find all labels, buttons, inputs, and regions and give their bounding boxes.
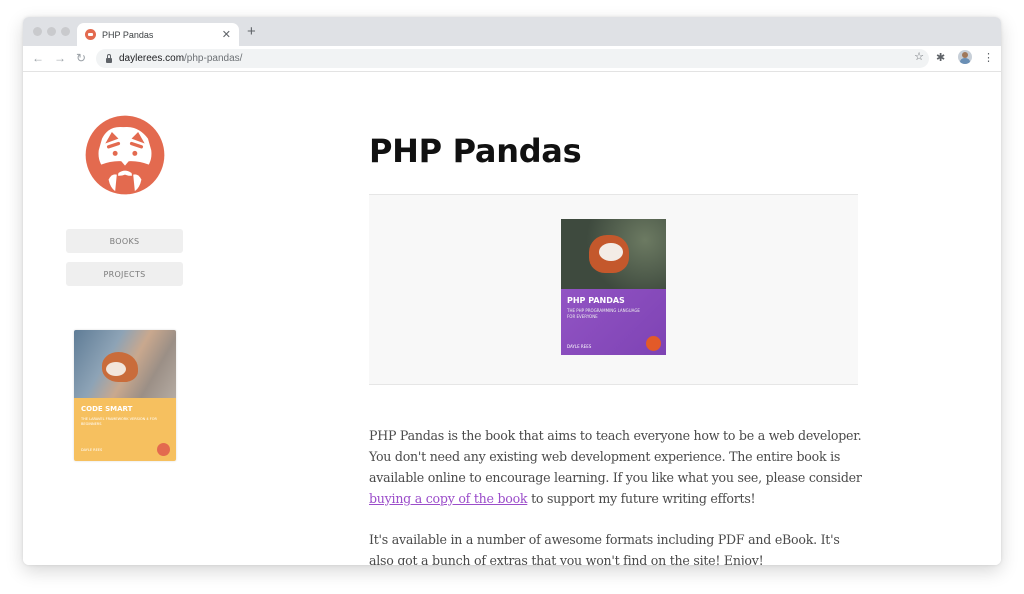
browser-toolbar: ← → ↻ daylerees.com/php-pandas/ ☆ ✱ ⋮: [23, 46, 1001, 72]
code-smart-book-cover[interactable]: CODE SMART THE LARAVEL FRAMEWORK VERSION…: [74, 330, 176, 461]
close-tab-icon[interactable]: ✕: [222, 28, 231, 41]
buy-book-link[interactable]: buying a copy of the book: [369, 491, 528, 506]
back-arrow-icon[interactable]: ←: [32, 50, 44, 66]
tab-title: PHP Pandas: [102, 29, 154, 40]
book-author: DAYLE REES: [567, 344, 592, 349]
book-subtitle: THE PHP PROGRAMMING LANGUAGE FOR EVERYON…: [567, 308, 640, 319]
address-bar[interactable]: daylerees.com/php-pandas/ ☆: [96, 49, 929, 68]
nav-projects-button[interactable]: PROJECTS: [66, 262, 183, 286]
bookmark-star-icon[interactable]: ☆: [914, 50, 924, 63]
forward-arrow-icon[interactable]: →: [54, 50, 66, 66]
book-subtitle: THE LARAVEL FRAMEWORK VERSION 4 FOR BEGI…: [81, 417, 157, 426]
browser-tab[interactable]: PHP Pandas ✕: [77, 23, 239, 46]
lock-icon: [106, 53, 112, 63]
url-domain: daylerees.com: [119, 53, 185, 64]
url-text: daylerees.com/php-pandas/: [119, 53, 242, 64]
tab-strip: PHP Pandas ✕ +: [23, 17, 1001, 46]
red-panda-logo-icon[interactable]: [84, 114, 166, 196]
formats-paragraph: It's available in a number of awesome fo…: [369, 532, 840, 565]
browser-menu-icon[interactable]: ⋮: [983, 50, 994, 66]
window-close-dot[interactable]: [33, 27, 42, 36]
intro-paragraph: PHP Pandas is the book that aims to teac…: [369, 425, 864, 509]
window-zoom-dot[interactable]: [61, 27, 70, 36]
extensions-puzzle-icon[interactable]: ✱: [936, 51, 945, 64]
red-panda-photo: [74, 330, 176, 398]
browser-window: PHP Pandas ✕ + ← → ↻ daylerees.com/php-p…: [23, 17, 1001, 565]
web-page: BOOKS PROJECTS CODE SMART THE LARAVEL FR…: [23, 72, 1001, 565]
window-minimize-dot[interactable]: [47, 27, 56, 36]
page-title: PHP Pandas: [369, 132, 582, 170]
php-pandas-book-cover[interactable]: PHP PANDAS THE PHP PROGRAMMING LANGUAGE …: [561, 219, 666, 355]
red-panda-badge-icon: [646, 336, 661, 351]
book-title: PHP PANDAS: [567, 296, 625, 305]
url-path: /php-pandas/: [184, 53, 243, 64]
new-tab-button[interactable]: +: [247, 24, 256, 39]
intro-text: PHP Pandas is the book that aims to teac…: [369, 428, 862, 485]
red-panda-badge-icon: [157, 443, 170, 456]
book-title: CODE SMART: [81, 405, 133, 413]
reload-icon[interactable]: ↻: [76, 50, 86, 66]
book-author: DAYLE REES: [81, 448, 103, 452]
profile-avatar[interactable]: [958, 50, 972, 64]
nav-books-button[interactable]: BOOKS: [66, 229, 183, 253]
cover-label-area: CODE SMART THE LARAVEL FRAMEWORK VERSION…: [74, 398, 176, 461]
red-panda-favicon-icon: [85, 29, 96, 40]
intro-text-end: to support my future writing efforts!: [527, 491, 756, 506]
book-cover-panel: PHP PANDAS THE PHP PROGRAMMING LANGUAGE …: [369, 194, 858, 385]
cover-label-area: PHP PANDAS THE PHP PROGRAMMING LANGUAGE …: [561, 289, 666, 355]
red-panda-photo: [561, 219, 666, 289]
